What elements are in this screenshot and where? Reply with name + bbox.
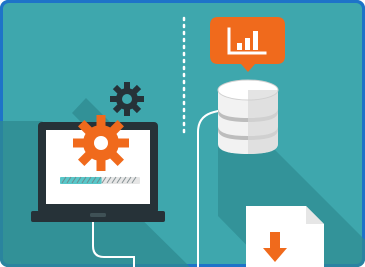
download-arrow-stem [270,232,280,250]
database-icon [217,79,279,154]
chart-bar [253,31,258,50]
download-document-icon [246,206,324,267]
chart-bar [245,38,250,50]
bar-chart-icon [210,17,285,72]
illustration-frame [0,0,365,267]
progress-bar [60,176,140,184]
illustration-svg [0,0,365,267]
chart-bar [237,43,242,50]
gear-icon-dark [110,82,144,116]
gear-icon-orange [73,115,129,171]
laptop-touchpad [90,213,106,217]
